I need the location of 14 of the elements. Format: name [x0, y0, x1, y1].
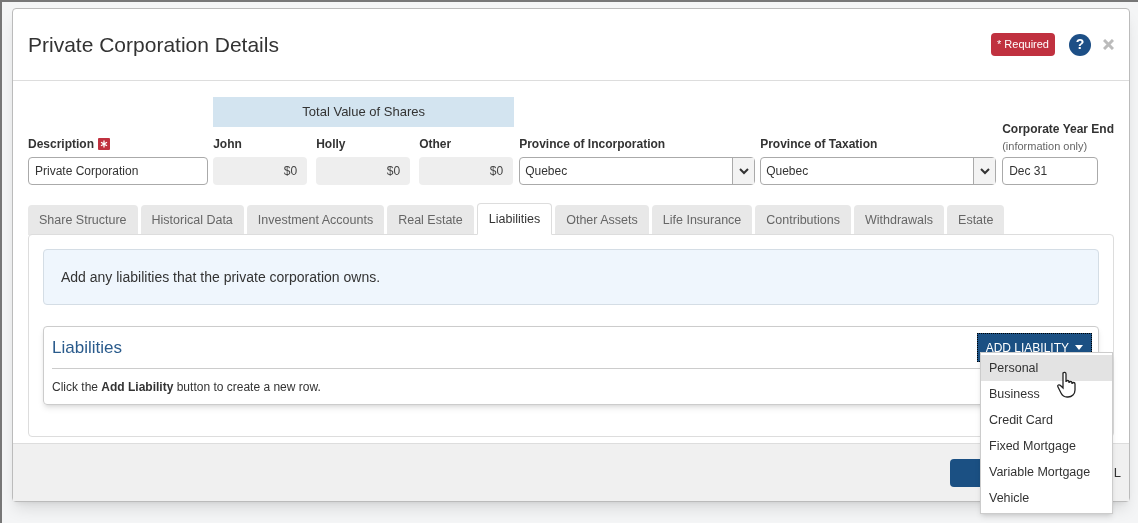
field-label: Holly — [316, 136, 347, 153]
field-label: Other — [419, 136, 453, 153]
field-note: (information only) — [1002, 138, 1089, 154]
panel-title: Liabilities — [52, 336, 123, 359]
group-header: Total Value of Shares — [213, 97, 515, 127]
required-badge: * Required — [991, 33, 1055, 56]
field-label: Province of Taxation — [760, 136, 879, 153]
info-message: Add any liabilities that the private corporation owns. — [43, 249, 1099, 305]
field-label: Description — [28, 136, 94, 153]
hint-text: Click the Add Liability button to create a new row. — [52, 379, 321, 396]
field-label: Corporate Year End — [1002, 120, 1114, 138]
field-label: John — [213, 136, 243, 153]
field-label: Province of Incorporation — [519, 136, 667, 153]
dialog-title: Private Corporation Details — [28, 31, 280, 58]
